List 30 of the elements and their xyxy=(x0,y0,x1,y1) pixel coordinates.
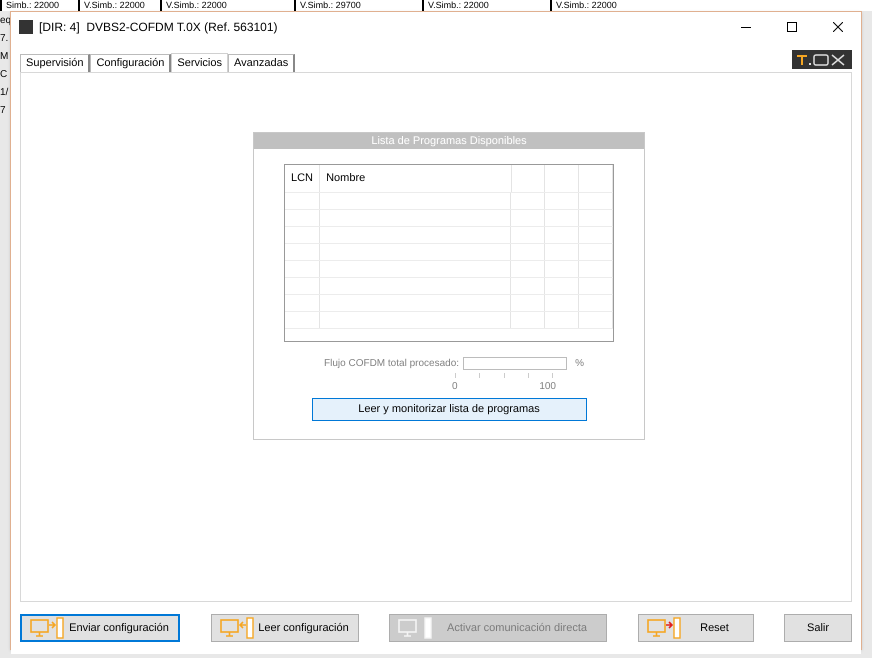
background-fragment-text: C xyxy=(0,69,8,81)
tab[interactable]: Supervisión xyxy=(20,54,90,72)
tab[interactable]: Servicios xyxy=(171,53,228,73)
scale-max: 100 xyxy=(539,380,556,394)
footer-button[interactable]: Enviar configuración xyxy=(20,614,180,642)
scale-min: 0 xyxy=(452,380,458,394)
window-title: [DIR: 4] DVBS2-COFDM T.0X (Ref. 563101) xyxy=(39,19,279,36)
read-programs-button[interactable]: Leer y monitorizar lista de programas xyxy=(312,398,586,421)
monitor-device-icon xyxy=(646,617,680,639)
minimize-icon xyxy=(741,26,751,28)
maximize-icon xyxy=(787,22,797,32)
monitor-device-icon xyxy=(220,617,254,639)
background-fragment-text: 7 xyxy=(0,105,7,117)
background-fragment-text: M xyxy=(0,51,10,63)
percent-unit: % xyxy=(575,357,584,371)
tab[interactable]: Avanzadas xyxy=(228,54,296,72)
background-fragment-text: 1/ xyxy=(0,87,10,99)
close-icon xyxy=(833,22,843,32)
column-header: Nombre xyxy=(320,165,512,192)
monitor-device-icon xyxy=(398,617,432,639)
footer-button[interactable]: Reset xyxy=(638,614,754,642)
stream-label: Flujo COFDM total procesado: xyxy=(324,357,460,371)
column-header: LCN xyxy=(285,165,320,192)
footer-button[interactable]: Leer configuración xyxy=(210,614,358,642)
tab[interactable]: Configuración xyxy=(90,54,172,72)
background-fragment-text: 7. xyxy=(0,33,10,45)
app-logo-icon xyxy=(19,20,33,34)
footer-button[interactable]: Salir xyxy=(784,614,852,642)
monitor-device-icon xyxy=(30,617,64,639)
group-title: Lista de Programas Disponibles xyxy=(254,133,644,149)
